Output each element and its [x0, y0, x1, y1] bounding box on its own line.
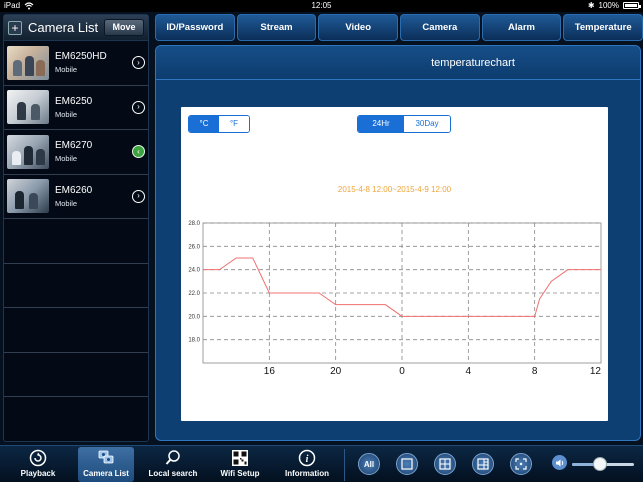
svg-text:i: i [306, 454, 309, 465]
temperature-panel: temperaturechart °C °F 24Hr 30Day 2015-4… [155, 45, 641, 441]
tab-camera[interactable]: Camera [400, 14, 480, 41]
y-tick-label: 22.0 [188, 291, 200, 297]
y-tick-label: 26.0 [188, 244, 200, 250]
x-tick-label: 16 [264, 366, 276, 377]
clock: 12:05 [311, 1, 332, 10]
x-tick-label: 20 [330, 366, 342, 377]
range-24hr-option[interactable]: 24Hr [358, 116, 404, 132]
fahrenheit-option[interactable]: °F [219, 116, 249, 132]
multi-view-button[interactable] [472, 453, 494, 475]
camera-name: EM6250 [55, 95, 93, 107]
y-tick-label: 20.0 [188, 314, 200, 320]
x-tick-label: 4 [466, 366, 472, 377]
camera-name: EM6260 [55, 184, 93, 196]
tab-alarm[interactable]: Alarm [481, 14, 562, 41]
x-tick-label: 8 [532, 366, 538, 377]
nav-label: Playback [20, 469, 56, 478]
nav-information[interactable]: i Information [278, 447, 336, 482]
all-view-icon: All [363, 459, 375, 469]
unit-toggle: °C °F [188, 115, 250, 133]
camera-list-panel: + Camera List Move EM6250HD Mobile › EM6… [3, 14, 149, 442]
camera-list-header: + Camera List Move [4, 15, 148, 41]
nav-label: Wifi Setup [220, 469, 260, 478]
nav-local-search[interactable]: Local search [142, 447, 204, 482]
fullscreen-icon [515, 458, 527, 470]
tab-video[interactable]: Video [318, 14, 399, 41]
camera-row[interactable]: EM6250HD Mobile › [4, 41, 148, 86]
camera-thumbnail [7, 179, 49, 214]
add-camera-button[interactable]: + [8, 20, 22, 35]
single-view-button[interactable] [396, 453, 418, 475]
camera-list-title: Camera List [28, 20, 99, 35]
camera-row[interactable]: EM6250 Mobile › [4, 86, 148, 130]
chevron-left-icon[interactable]: ‹ [132, 145, 145, 159]
toolbar-divider [344, 449, 345, 481]
multi-view-icon [477, 458, 489, 470]
empty-row [4, 219, 148, 264]
battery-icon [623, 2, 641, 9]
status-bar: iPad 12:05 ✱ 100% [0, 0, 643, 12]
chart-card: °C °F 24Hr 30Day 2015-4-8 12:00~2015-4-9… [181, 107, 608, 421]
qr-code-icon [232, 450, 248, 466]
x-tick-label: 12 [590, 366, 602, 377]
chevron-right-icon[interactable]: › [132, 56, 145, 70]
celsius-option[interactable]: °C [189, 116, 219, 132]
empty-row [4, 353, 148, 397]
tab-id-password[interactable]: ID/Password [155, 14, 235, 41]
y-tick-label: 28.0 [188, 221, 200, 227]
camera-type: Mobile [55, 109, 78, 119]
view-all-button[interactable]: All [358, 453, 380, 475]
temperature-chart: 28.0 26.0 24.0 22.0 20.0 18.0 16 20 0 4 8 12 [188, 221, 602, 377]
nav-camera-list[interactable]: Camera List [78, 447, 134, 482]
battery-percent: 100% [598, 1, 619, 10]
camera-thumbnail [7, 90, 49, 125]
camera-name: EM6250HD [55, 51, 107, 63]
y-tick-label: 18.0 [188, 338, 200, 344]
camera-row[interactable]: EM6260 Mobile › [4, 175, 148, 219]
quad-view-icon [439, 458, 451, 470]
playback-icon [29, 449, 47, 467]
camera-name: EM6270 [55, 140, 93, 152]
range-toggle: 24Hr 30Day [357, 115, 451, 133]
range-30day-option[interactable]: 30Day [404, 116, 450, 132]
panel-title: temperaturechart [156, 46, 640, 80]
empty-row [4, 397, 148, 442]
nav-wifi-setup[interactable]: Wifi Setup [212, 447, 268, 482]
tab-temperature[interactable]: Temperature [563, 14, 643, 41]
nav-label: Camera List [83, 469, 129, 478]
volume-icon[interactable] [552, 455, 567, 470]
info-icon: i [298, 449, 316, 467]
nav-label: Local search [148, 469, 198, 478]
bottom-toolbar: Playback Camera List Local search Wifi S… [0, 445, 643, 482]
move-button[interactable]: Move [104, 19, 144, 36]
empty-row [4, 264, 148, 308]
speaker-icon [555, 459, 563, 466]
camera-type: Mobile [55, 65, 78, 75]
camera-thumbnail [7, 45, 49, 80]
settings-tabs: ID/Password Stream Video Camera Alarm Te… [155, 14, 643, 41]
volume-slider[interactable] [572, 457, 634, 471]
empty-row [4, 308, 148, 353]
camera-thumbnail [7, 134, 49, 169]
bluetooth-icon: ✱ [587, 1, 595, 10]
camera-list-icon [98, 450, 114, 464]
camera-type: Mobile [55, 198, 78, 208]
single-view-icon [401, 458, 413, 470]
tab-stream[interactable]: Stream [236, 14, 317, 41]
search-icon [165, 450, 180, 465]
quad-view-button[interactable] [434, 453, 456, 475]
chevron-right-icon[interactable]: › [132, 189, 145, 203]
camera-row[interactable]: EM6270 Mobile ‹ [4, 130, 148, 175]
fullscreen-button[interactable] [510, 453, 532, 475]
camera-type: Mobile [55, 154, 78, 164]
volume-knob[interactable] [592, 457, 607, 471]
nav-label: Information [285, 469, 329, 478]
chevron-right-icon[interactable]: › [132, 100, 145, 114]
x-tick-label: 0 [399, 366, 405, 377]
y-tick-label: 24.0 [188, 268, 200, 274]
nav-playback[interactable]: Playback [10, 447, 66, 482]
